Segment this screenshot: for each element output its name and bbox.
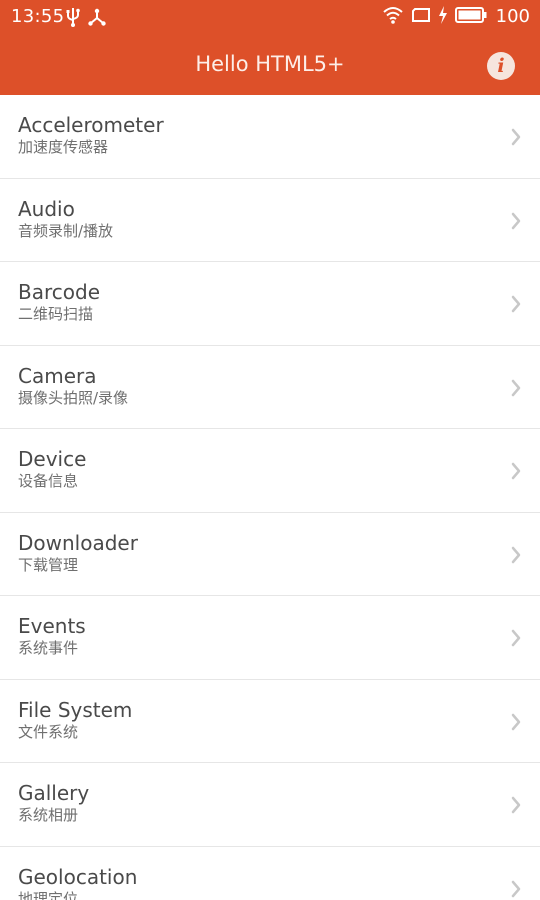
screen-icon: [411, 6, 431, 28]
usb-icon: [65, 7, 81, 31]
list-item[interactable]: Audio 音频录制/播放: [0, 179, 540, 262]
chevron-right-icon: [511, 796, 521, 814]
chevron-right-icon: [511, 713, 521, 730]
item-title: Downloader: [18, 530, 138, 555]
feature-list: Accelerometer 加速度传感器 Audio 音频录制/播放 Barco…: [0, 95, 540, 900]
item-subtitle: 文件系统: [18, 722, 79, 741]
list-item[interactable]: Downloader 下载管理: [0, 513, 540, 596]
list-item[interactable]: Camera 摄像头拍照/录像: [0, 346, 540, 429]
item-title: Accelerometer: [18, 113, 164, 137]
item-title: Geolocation: [18, 864, 138, 889]
status-time: 13:55: [11, 6, 65, 27]
battery-icon: [454, 7, 487, 27]
status-right-icons: 100: [382, 5, 530, 29]
item-subtitle: 地理定位: [18, 889, 79, 900]
chevron-right-icon: [511, 128, 521, 146]
item-title: Barcode: [18, 280, 100, 304]
item-title: Events: [18, 614, 86, 638]
item-title: Gallery: [18, 781, 90, 805]
item-subtitle: 系统事件: [18, 639, 79, 657]
chevron-right-icon: [511, 212, 521, 229]
item-title: Device: [18, 447, 87, 471]
wifi-icon: [382, 5, 404, 29]
item-subtitle: 系统相册: [18, 806, 79, 824]
chevron-right-icon: [511, 379, 521, 396]
chevron-right-icon: [511, 880, 521, 897]
app-bar: Hello HTML5+ i: [0, 34, 540, 95]
item-title: Audio: [18, 196, 75, 221]
battery-level: 100: [495, 6, 530, 27]
chevron-right-icon: [511, 629, 521, 647]
list-item[interactable]: Gallery 系统相册: [0, 763, 540, 847]
item-subtitle: 摄像头拍照/录像: [18, 388, 129, 407]
item-title: Camera: [18, 363, 97, 388]
list-item[interactable]: Device 设备信息: [0, 429, 540, 513]
chevron-right-icon: [511, 295, 521, 313]
list-item[interactable]: Accelerometer 加速度传感器: [0, 95, 540, 179]
item-title: File System: [18, 697, 133, 722]
chevron-right-icon: [511, 462, 521, 480]
item-subtitle: 设备信息: [18, 472, 79, 490]
chevron-right-icon: [511, 546, 521, 563]
list-item[interactable]: File System 文件系统: [0, 680, 540, 763]
list-item[interactable]: Geolocation 地理定位: [0, 847, 540, 900]
info-icon: i: [497, 55, 505, 77]
item-subtitle: 音频录制/播放: [18, 221, 114, 240]
status-bar: 13:55 100: [0, 0, 540, 34]
item-subtitle: 下载管理: [18, 555, 79, 574]
charging-icon: [438, 6, 448, 28]
item-subtitle: 加速度传感器: [18, 138, 109, 156]
list-item[interactable]: Events 系统事件: [0, 596, 540, 680]
list-item[interactable]: Barcode 二维码扫描: [0, 262, 540, 346]
status-left-icons: [65, 7, 107, 31]
info-button[interactable]: i: [487, 52, 515, 80]
item-subtitle: 二维码扫描: [18, 305, 94, 323]
share-icon: [87, 7, 107, 31]
page-title: Hello HTML5+: [195, 52, 345, 76]
